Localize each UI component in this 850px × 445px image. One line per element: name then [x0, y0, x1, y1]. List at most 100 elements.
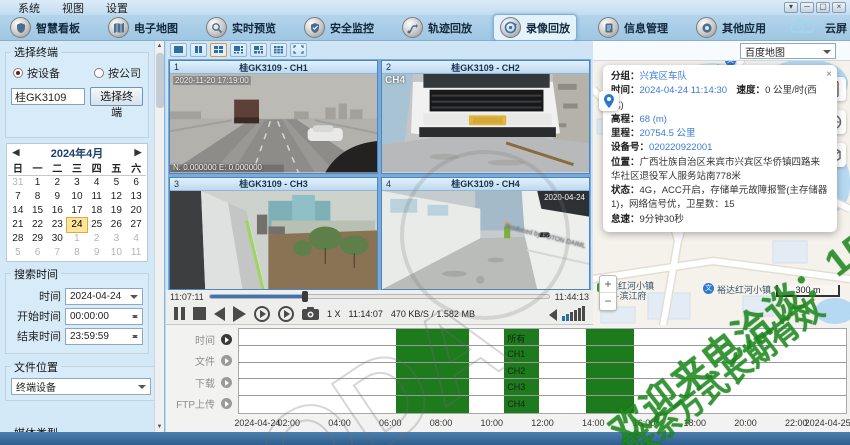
timeline-group-1[interactable]: 时间 [166, 332, 238, 347]
video-cell-ch2[interactable]: 2桂GK3109 - CH2 [381, 60, 590, 174]
calendar-day[interactable]: 8 [28, 190, 48, 204]
pin-button[interactable]: ▾ [784, 2, 798, 13]
slow-play-button[interactable] [254, 306, 270, 322]
nav-video-playback[interactable]: 录像回放 [493, 14, 577, 41]
nav-smart-board[interactable]: 智慧看板 [3, 14, 87, 41]
scroll-thumb[interactable] [156, 53, 164, 108]
calendar-day[interactable]: 20 [126, 204, 146, 218]
popup-close-icon[interactable]: × [826, 67, 832, 82]
start-time-spinner[interactable]: 00:00:00 [65, 308, 143, 325]
calendar-day[interactable]: 10 [107, 246, 127, 260]
calendar-day[interactable]: 18 [87, 204, 107, 218]
recording-block[interactable] [396, 396, 469, 413]
expand-icon[interactable] [221, 398, 232, 409]
recording-block[interactable] [396, 379, 469, 395]
calendar-day[interactable]: 9 [47, 190, 67, 204]
calendar-day[interactable]: 10 [67, 190, 87, 204]
calendar-day[interactable]: 5 [107, 176, 127, 190]
view-nine-button[interactable] [270, 43, 287, 57]
view-quad-button[interactable] [210, 43, 227, 57]
calendar-day[interactable]: 2 [47, 176, 67, 190]
calendar-day[interactable]: 28 [8, 232, 28, 246]
file-location-select[interactable]: 终端设备 [11, 378, 151, 395]
calendar-day[interactable]: 29 [28, 232, 48, 246]
calendar-day[interactable]: 14 [8, 204, 28, 218]
radio-by-company[interactable]: 按公司 [94, 65, 141, 81]
stop-button[interactable] [193, 306, 206, 322]
calendar-day[interactable]: 13 [126, 190, 146, 204]
recording-block[interactable] [586, 379, 635, 395]
close-button[interactable]: × [832, 2, 846, 13]
map-provider-select[interactable]: 百度地图 [740, 43, 836, 59]
location-pin-chip[interactable] [599, 91, 619, 111]
calendar-day[interactable]: 26 [107, 218, 127, 232]
video-cell-ch3[interactable]: 3桂GK3109 - CH3 [169, 177, 378, 291]
timeline-row-CH4[interactable]: CH4 [239, 396, 846, 413]
minimize-button[interactable]: ─ [800, 2, 814, 13]
calendar-prev-icon[interactable]: ◀ [8, 147, 24, 158]
calendar-day[interactable]: 27 [126, 218, 146, 232]
speed-indicator[interactable]: 1 X [327, 309, 341, 319]
seek-slider[interactable] [209, 294, 550, 299]
zoom-in-button[interactable]: + [600, 276, 616, 293]
date-select[interactable]: 2024-04-24 [65, 288, 143, 305]
calendar-day[interactable]: 8 [67, 246, 87, 260]
calendar-day[interactable]: 16 [47, 204, 67, 218]
calendar-day[interactable]: 30 [47, 232, 67, 246]
nav-track-playback[interactable]: 轨迹回放 [395, 14, 479, 41]
view-pause-all-button[interactable] [190, 43, 207, 57]
timeline-group-4[interactable]: FTP上传 [166, 396, 238, 411]
calendar-day[interactable]: 24 [67, 218, 87, 232]
snapshot-button[interactable] [302, 306, 319, 322]
view-eight-button[interactable] [250, 43, 267, 57]
calendar-day[interactable]: 7 [8, 190, 28, 204]
fast-play-button[interactable] [278, 306, 294, 322]
recording-block[interactable] [586, 329, 635, 345]
calendar-day[interactable]: 31 [8, 176, 28, 190]
terminal-search-input[interactable]: 桂GK3109 [11, 88, 85, 105]
zoom-out-button[interactable]: − [600, 293, 616, 310]
calendar-day[interactable]: 2 [87, 232, 107, 246]
calendar-day[interactable]: 4 [126, 232, 146, 246]
calendar-day[interactable]: 21 [8, 218, 28, 232]
video-cell-ch4[interactable]: 4桂GK3109 - CH4 [381, 177, 590, 291]
calendar-day[interactable]: 12 [107, 190, 127, 204]
calendar-day[interactable]: 17 [67, 204, 87, 218]
timeline-plot[interactable]: 所有CH1CH2CH3CH4 [238, 328, 847, 414]
timeline-row-CH3[interactable]: CH3 [239, 379, 846, 396]
nav-live-preview[interactable]: 实时预览 [199, 14, 283, 41]
view-single-button[interactable] [170, 43, 187, 57]
nav-safety-monitor[interactable]: 安全监控 [297, 14, 381, 41]
calendar-day[interactable]: 22 [28, 218, 48, 232]
calendar-day[interactable]: 11 [87, 190, 107, 204]
recording-block[interactable] [586, 363, 635, 379]
nav-electronic-map[interactable]: 电子地图 [101, 14, 185, 41]
seek-thumb[interactable] [302, 291, 308, 302]
recording-block[interactable] [586, 396, 635, 413]
play-button[interactable] [233, 306, 246, 322]
end-time-spinner[interactable]: 23:59:59 [65, 328, 143, 345]
calendar-day[interactable]: 15 [28, 204, 48, 218]
scroll-down-icon[interactable]: ▼ [155, 422, 164, 432]
calendar-day[interactable]: 6 [28, 246, 48, 260]
calendar-day[interactable]: 19 [107, 204, 127, 218]
scroll-up-icon[interactable]: ▲ [155, 41, 164, 51]
timeline-row-CH1[interactable]: CH1 [239, 346, 846, 363]
sidebar-scrollbar[interactable]: ▲ ▼ [154, 41, 164, 432]
timeline-row-CH2[interactable]: CH2 [239, 363, 846, 380]
nav-info-management[interactable]: 信息管理 [591, 14, 675, 41]
recording-block[interactable] [396, 363, 469, 379]
calendar-day[interactable]: 23 [47, 218, 67, 232]
expand-icon[interactable] [221, 377, 232, 388]
nav-other-apps[interactable]: 其他应用 [689, 14, 773, 41]
expand-icon[interactable] [221, 334, 232, 345]
map-canvas[interactable]: 来宾市政和小学 (高新校区) 文 文 来宾市第六中学 (高新校区) ⚙ 国投新城… [593, 61, 850, 325]
calendar-day[interactable]: 5 [8, 246, 28, 260]
timeline-group-2[interactable]: 文件 [166, 353, 238, 368]
calendar-day[interactable]: 11 [126, 246, 146, 260]
pause-button[interactable] [174, 306, 185, 322]
fullscreen-button[interactable] [290, 43, 307, 57]
calendar-day[interactable]: 6 [126, 176, 146, 190]
radio-by-device[interactable]: 按设备 [13, 65, 60, 81]
calendar-day[interactable]: 4 [87, 176, 107, 190]
